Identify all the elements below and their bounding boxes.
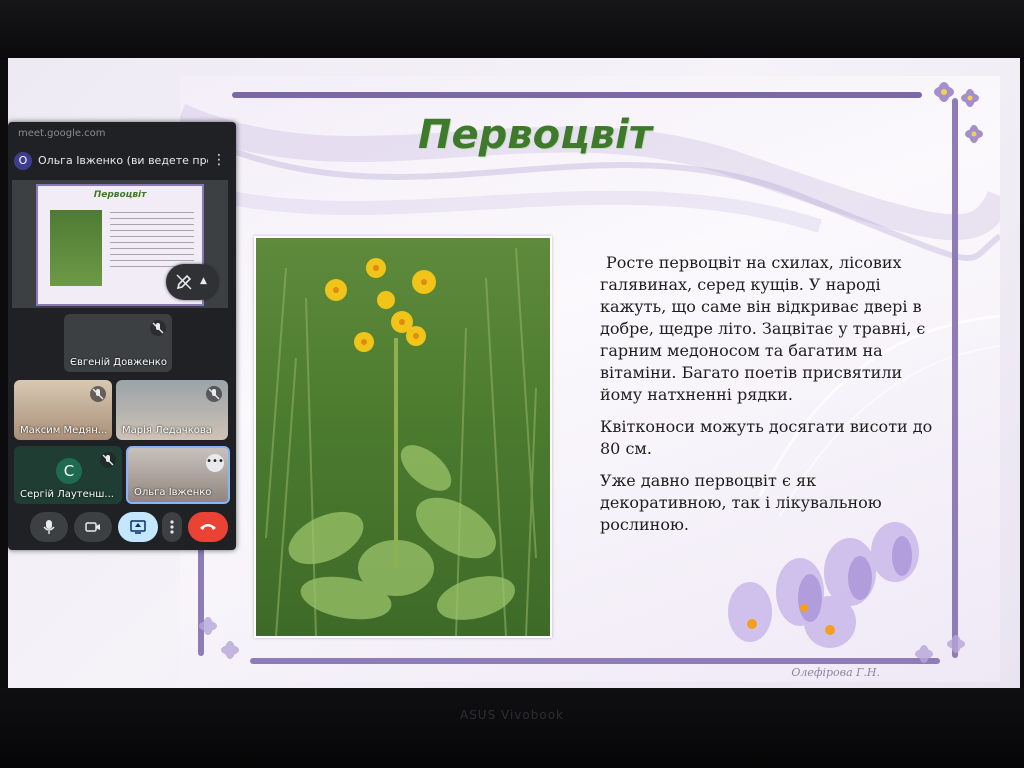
frame-bar-top bbox=[232, 92, 922, 98]
violet-flower-icon bbox=[199, 617, 239, 659]
laptop-brand-label: ASUS Vivobook bbox=[459, 708, 564, 722]
camera-icon bbox=[85, 522, 100, 532]
mini-slide-photo bbox=[50, 210, 102, 286]
crocus-flowers-icon bbox=[728, 522, 919, 648]
meet-url: meet.google.com bbox=[18, 128, 106, 139]
slide-author-watermark: Олефірова Г.Н. bbox=[791, 666, 880, 679]
present-button[interactable] bbox=[118, 512, 158, 542]
mic-off-icon bbox=[150, 320, 166, 336]
present-icon bbox=[130, 520, 146, 534]
participant-tile[interactable]: Марія Ледачкова bbox=[116, 380, 228, 440]
participant-name: Марія Ледачкова bbox=[122, 425, 212, 436]
presenter-label: Ольга Івженко (ви ведете презе... bbox=[38, 154, 208, 167]
screen-bezel-top bbox=[0, 0, 1024, 60]
annotate-button[interactable]: ▲ bbox=[166, 264, 218, 300]
laptop-screen: Первоцвіт Росте первоцвіт на схилах, ліс… bbox=[8, 58, 1020, 690]
header-more-icon[interactable]: ⋮ bbox=[212, 153, 226, 167]
participant-tile[interactable]: С Сергій Лаутенш... bbox=[14, 446, 122, 504]
slide-title: Первоцвіт bbox=[418, 112, 652, 158]
tile-more-icon[interactable]: ••• bbox=[206, 454, 224, 472]
participant-name: Ольга Івженко bbox=[134, 487, 212, 498]
participant-avatar: С bbox=[56, 458, 82, 484]
meet-header: О Ольга Івженко (ви ведете презе... ⋮ bbox=[8, 146, 236, 178]
meet-floating-panel: meet.google.com О Ольга Івженко (ви веде… bbox=[8, 122, 236, 550]
mic-button[interactable] bbox=[30, 512, 68, 542]
presentation-slide: Первоцвіт Росте первоцвіт на схилах, ліс… bbox=[180, 76, 1000, 682]
camera-button[interactable] bbox=[74, 512, 112, 542]
violet-flower-icon bbox=[934, 82, 983, 143]
more-options-button[interactable] bbox=[162, 512, 182, 542]
hangup-button[interactable] bbox=[188, 512, 228, 542]
screen-bezel-bottom bbox=[0, 688, 1024, 768]
chevron-up-icon: ▲ bbox=[200, 276, 207, 286]
participant-name: Євгеній Довженко bbox=[70, 357, 167, 368]
mini-slide-title: Первоцвіт bbox=[93, 190, 147, 200]
primrose-photo bbox=[254, 236, 552, 638]
self-view-tile[interactable]: ••• Ольга Івженко bbox=[126, 446, 230, 504]
paragraph-height: Квітконоси можуть досягати висоти до 80 … bbox=[600, 417, 933, 458]
mic-off-icon bbox=[206, 386, 222, 402]
frame-bar-right bbox=[952, 98, 958, 658]
participant-tile[interactable]: Максим Медян... bbox=[14, 380, 112, 440]
hangup-icon bbox=[200, 524, 216, 530]
mini-slide-text-lines bbox=[110, 212, 194, 272]
participant-name: Максим Медян... bbox=[20, 425, 108, 436]
mic-off-icon bbox=[100, 452, 116, 468]
participant-name: Сергій Лаутенш... bbox=[20, 489, 114, 500]
presenter-avatar: О bbox=[14, 152, 32, 170]
participant-tile[interactable]: Євгеній Довженко bbox=[64, 314, 172, 372]
mic-icon bbox=[43, 520, 55, 534]
frame-bar-bottom bbox=[250, 658, 940, 664]
mic-off-icon bbox=[90, 386, 106, 402]
paragraph-description: Росте первоцвіт на схилах, лісових галяв… bbox=[600, 253, 926, 404]
meet-control-bar bbox=[8, 506, 236, 546]
pen-icon bbox=[176, 274, 192, 290]
slide-body-text: Росте первоцвіт на схилах, лісових галяв… bbox=[600, 252, 940, 546]
more-icon bbox=[170, 520, 174, 534]
